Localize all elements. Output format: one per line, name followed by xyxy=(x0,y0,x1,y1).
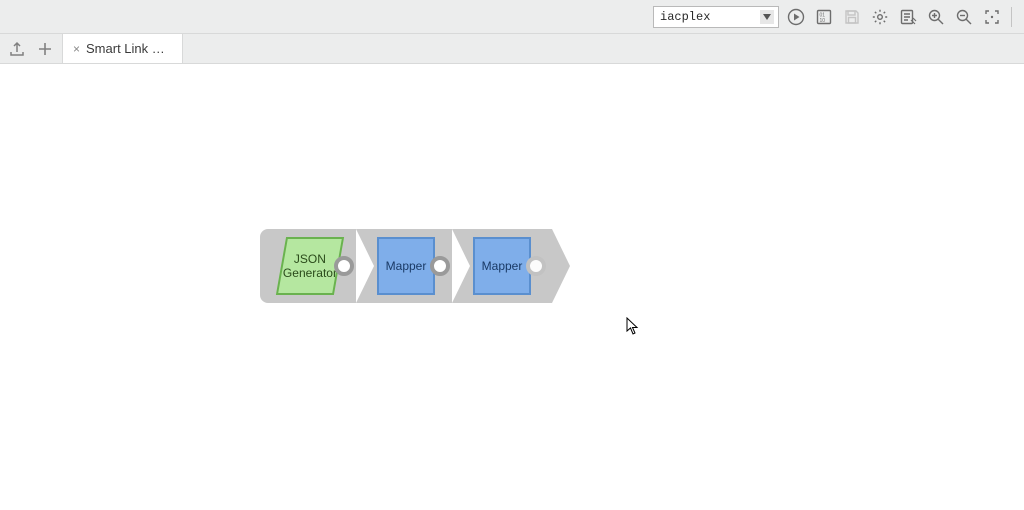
pipeline-canvas[interactable]: JSON Generator Mapper Mapper xyxy=(0,64,1024,510)
snap-label: Mapper xyxy=(482,259,523,273)
properties-icon[interactable] xyxy=(897,6,919,28)
svg-text:10: 10 xyxy=(820,18,826,24)
runtime-dropdown-value: iacplex xyxy=(660,10,710,24)
toolbar-separator xyxy=(1011,7,1012,27)
cursor-icon xyxy=(626,317,640,335)
tab-bar: × Smart Link D… xyxy=(0,34,1024,64)
binary-icon[interactable]: 0110 xyxy=(813,6,835,28)
snap-label: JSON Generator xyxy=(283,252,337,281)
snap-label: Mapper xyxy=(386,259,427,273)
snap-mapper[interactable]: Mapper xyxy=(377,237,435,295)
gear-icon[interactable] xyxy=(869,6,891,28)
runtime-dropdown[interactable]: iacplex xyxy=(653,6,779,28)
snap-mapper[interactable]: Mapper xyxy=(473,237,531,295)
top-toolbar: iacplex 0110 xyxy=(0,0,1024,34)
connector[interactable] xyxy=(334,256,354,276)
save-icon xyxy=(841,6,863,28)
dropdown-arrow-icon xyxy=(760,10,774,24)
pipeline: JSON Generator Mapper Mapper xyxy=(260,229,548,303)
connector-open[interactable] xyxy=(526,256,546,276)
connector[interactable] xyxy=(430,256,450,276)
zoom-out-icon[interactable] xyxy=(953,6,975,28)
close-tab-icon[interactable]: × xyxy=(73,43,80,55)
add-icon[interactable] xyxy=(34,38,56,60)
export-icon[interactable] xyxy=(6,38,28,60)
zoom-in-icon[interactable] xyxy=(925,6,947,28)
tab-label: Smart Link D… xyxy=(86,41,172,56)
tab-actions xyxy=(0,34,63,63)
tab-smart-link[interactable]: × Smart Link D… xyxy=(63,34,183,63)
run-icon[interactable] xyxy=(785,6,807,28)
fit-screen-icon[interactable] xyxy=(981,6,1003,28)
